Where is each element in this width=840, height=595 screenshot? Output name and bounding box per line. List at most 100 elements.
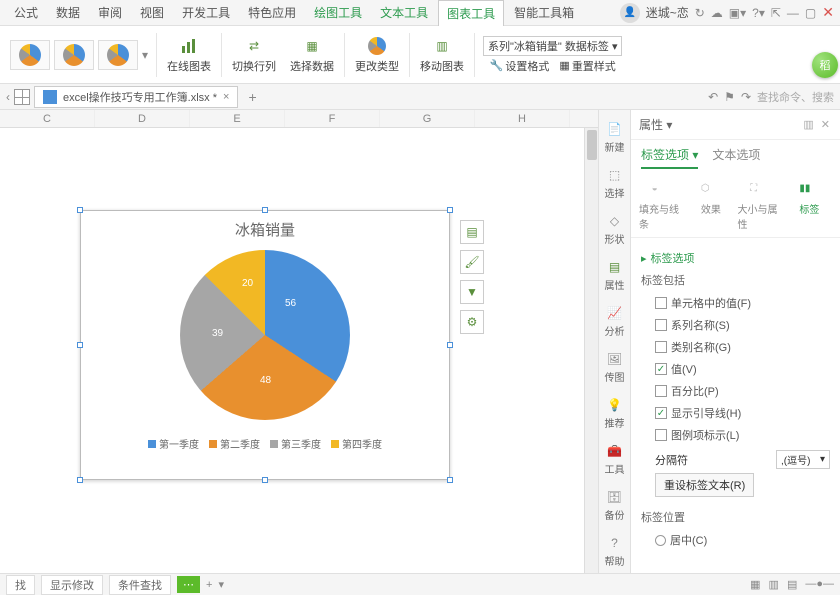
check-1[interactable]: 系列名称(S) <box>641 314 830 336</box>
wps-badge-icon[interactable]: 稻 <box>812 52 838 78</box>
avatar[interactable]: 👤 <box>620 3 640 23</box>
search-input[interactable]: 查找命令、搜索 <box>757 89 834 105</box>
dock-analyze[interactable]: 📈分析 <box>599 300 630 342</box>
embedded-chart[interactable]: 冰箱销量 56 48 39 20 第一季度 第二季度 第三季度 第四季度 <box>80 210 450 480</box>
resize-handle[interactable] <box>447 477 453 483</box>
close-icon[interactable]: ✕ <box>822 4 834 21</box>
tab-text-options[interactable]: 文本选项 <box>712 146 760 169</box>
check-2[interactable]: 类别名称(G) <box>641 336 830 358</box>
resize-handle[interactable] <box>447 207 453 213</box>
data-label[interactable]: 56 <box>285 298 296 309</box>
chart-title[interactable]: 冰箱销量 <box>81 211 449 244</box>
online-chart-button[interactable]: 在线图表 <box>161 34 217 76</box>
subtab-fill-line[interactable]: ◒填充与线条 <box>639 181 684 233</box>
conditional-find-button[interactable]: 条件查找 <box>109 575 171 595</box>
sheet-grid-icon[interactable] <box>14 89 30 105</box>
checkbox-icon[interactable] <box>655 385 667 397</box>
goto-icon[interactable]: ↷ <box>741 90 751 104</box>
move-chart-button[interactable]: ▥ 移动图表 <box>414 34 470 76</box>
menu-drawing-tools[interactable]: 绘图工具 <box>306 0 370 25</box>
col-header[interactable]: G <box>380 110 475 127</box>
undo-icon[interactable]: ↶ <box>708 90 718 104</box>
menu-view[interactable]: 视图 <box>132 0 172 25</box>
resize-handle[interactable] <box>447 342 453 348</box>
chart-filter-button[interactable]: ▼ <box>460 280 484 304</box>
checkbox-icon[interactable] <box>655 319 667 331</box>
panel-controls[interactable]: ▥ ✕ <box>803 118 832 131</box>
chart-legend[interactable]: 第一季度 第二季度 第三季度 第四季度 <box>81 436 449 451</box>
file-tab[interactable]: excel操作技巧专用工作簿.xlsx * × <box>34 86 238 108</box>
checkbox-icon[interactable]: ✓ <box>655 363 667 375</box>
dock-tools[interactable]: 🧰工具 <box>599 438 630 480</box>
chart-elements-button[interactable]: ▤ <box>460 220 484 244</box>
data-label[interactable]: 20 <box>242 278 253 289</box>
minimize-icon[interactable]: — <box>787 6 799 20</box>
zoom-slider[interactable]: —●— <box>805 578 834 591</box>
flag-icon[interactable]: ⚑ <box>724 90 735 104</box>
view-break-icon[interactable]: ▤ <box>787 578 797 591</box>
dock-backup[interactable]: 🗄备份 <box>599 484 630 526</box>
add-sheet-icon[interactable]: + <box>206 579 212 591</box>
subtab-size[interactable]: ⛶大小与属性 <box>738 181 783 233</box>
find-button[interactable]: 找 <box>6 575 35 595</box>
section-label-options[interactable]: ▸ 标签选项 <box>641 250 830 266</box>
col-header[interactable]: D <box>95 110 190 127</box>
col-header[interactable]: C <box>0 110 95 127</box>
radio-center[interactable]: 居中(C) <box>641 529 830 551</box>
menu-formula[interactable]: 公式 <box>6 0 46 25</box>
set-format-button[interactable]: 🔧 设置格式 <box>490 58 550 74</box>
reset-style-button[interactable]: ▦ 重置样式 <box>559 58 615 74</box>
check-4[interactable]: 百分比(P) <box>641 380 830 402</box>
gallery-more-icon[interactable]: ▾ <box>142 48 148 62</box>
check-6[interactable]: 图例项标示(L) <box>641 424 830 446</box>
resize-handle[interactable] <box>77 342 83 348</box>
menu-special[interactable]: 特色应用 <box>240 0 304 25</box>
spreadsheet-area[interactable]: C D E F G H 冰箱销量 56 48 39 20 <box>0 110 598 573</box>
menu-devtools[interactable]: 开发工具 <box>174 0 238 25</box>
sheet-more-button[interactable]: ⋯ <box>177 576 200 593</box>
view-normal-icon[interactable]: ▦ <box>750 578 760 591</box>
dock-shape[interactable]: ◇形状 <box>599 208 630 250</box>
menu-smart-toolbox[interactable]: 智能工具箱 <box>506 0 582 25</box>
cloud-icon[interactable]: ☁ <box>711 6 723 20</box>
resize-handle[interactable] <box>77 477 83 483</box>
pie-chart[interactable]: 56 48 39 20 <box>180 250 350 420</box>
maximize-icon[interactable]: ▢ <box>805 6 816 20</box>
checkbox-icon[interactable] <box>655 297 667 309</box>
view-page-icon[interactable]: ▥ <box>769 578 779 591</box>
dock-new[interactable]: 📄新建 <box>599 116 630 158</box>
data-label[interactable]: 48 <box>260 375 271 386</box>
help-icon[interactable]: ?▾ <box>752 6 765 20</box>
chart-settings-button[interactable]: ⚙ <box>460 310 484 334</box>
chart-brush-button[interactable]: 🖌 <box>460 250 484 274</box>
dock-image[interactable]: 🖼传图 <box>599 346 630 388</box>
check-3[interactable]: ✓值(V) <box>641 358 830 380</box>
series-dropdown[interactable]: 系列"冰箱销量" 数据标签 ▾ <box>483 36 622 56</box>
data-label[interactable]: 39 <box>212 328 223 339</box>
select-data-button[interactable]: ▦ 选择数据 <box>284 34 340 76</box>
subtab-labels[interactable]: ▮▮标签 <box>787 181 832 233</box>
sheet-dropdown-icon[interactable]: ▾ <box>218 578 224 591</box>
vertical-scrollbar[interactable] <box>584 128 598 573</box>
switch-row-col-button[interactable]: ⇄ 切换行列 <box>226 34 282 76</box>
skin-icon[interactable]: ▣▾ <box>729 6 746 20</box>
tab-label-options[interactable]: 标签选项 ▾ <box>641 146 698 169</box>
dock-properties[interactable]: ▤属性 <box>599 254 630 296</box>
separator-dropdown[interactable]: ,(逗号)▾ <box>776 450 830 469</box>
dock-recommend[interactable]: 💡推荐 <box>599 392 630 434</box>
check-5[interactable]: ✓显示引导线(H) <box>641 402 830 424</box>
resize-handle[interactable] <box>262 477 268 483</box>
col-header[interactable]: F <box>285 110 380 127</box>
chart-style-gallery[interactable]: ▾ <box>6 40 152 70</box>
menu-text-tools[interactable]: 文本工具 <box>372 0 436 25</box>
tab-add-button[interactable]: + <box>242 89 262 105</box>
export-icon[interactable]: ⇱ <box>771 6 781 20</box>
col-header[interactable]: H <box>475 110 570 127</box>
sync-icon[interactable]: ↻ <box>695 6 705 20</box>
reset-label-text-button[interactable]: 重设标签文本(R) <box>655 473 754 497</box>
tab-prev-icon[interactable]: ‹ <box>6 90 10 104</box>
resize-handle[interactable] <box>77 207 83 213</box>
menu-data[interactable]: 数据 <box>48 0 88 25</box>
dock-help[interactable]: ?帮助 <box>599 530 630 572</box>
checkbox-icon[interactable]: ✓ <box>655 407 667 419</box>
